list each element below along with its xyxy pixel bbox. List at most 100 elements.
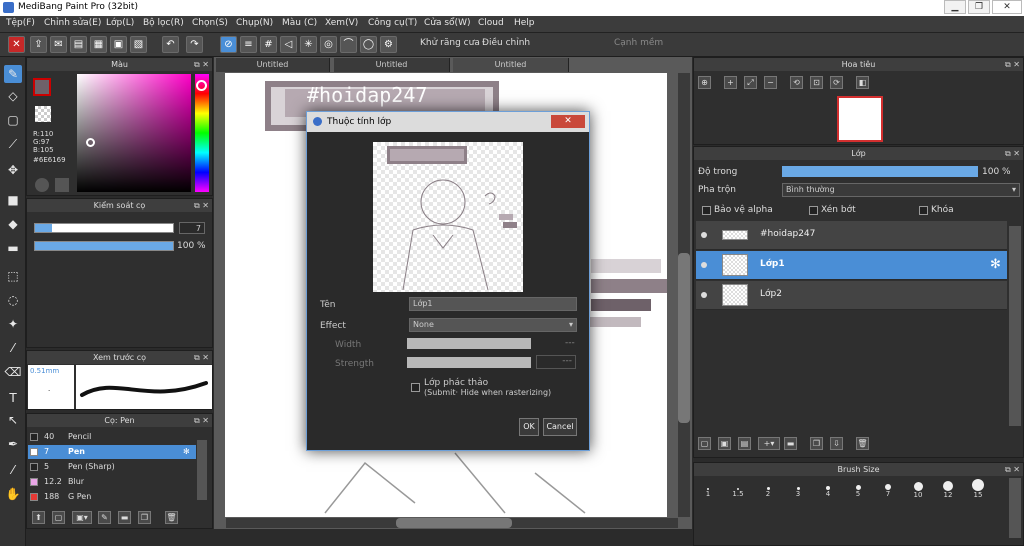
color-sv-cursor[interactable] <box>86 138 95 147</box>
text-tool-icon[interactable]: T <box>4 389 22 407</box>
parallel-snap-icon[interactable]: ≡ <box>240 36 257 53</box>
menu-capture[interactable]: Chụp(N) <box>236 18 273 28</box>
brush-size-scrollbar[interactable] <box>1009 478 1021 538</box>
move-tool-icon[interactable]: ✥ <box>4 161 22 179</box>
transparent-swatch[interactable] <box>35 106 51 122</box>
size-cell[interactable]: 7 <box>875 476 901 506</box>
brush-item-pen-sharp[interactable]: 5 Pen (Sharp) <box>28 460 196 474</box>
minimize-button[interactable]: ▁ <box>944 0 966 14</box>
lock-checkbox[interactable] <box>919 206 928 215</box>
frame-icon[interactable]: ▧ <box>130 36 147 53</box>
cancel-button[interactable]: Cancel <box>543 418 577 436</box>
redo-icon[interactable]: ↷ <box>186 36 203 53</box>
menu-view[interactable]: Xem(V) <box>325 18 358 28</box>
page-icon[interactable]: ▤ <box>70 36 87 53</box>
brush-size-input[interactable]: 7 <box>179 222 205 234</box>
menu-layer[interactable]: Lớp(L) <box>106 18 134 28</box>
brush-size-slider[interactable] <box>34 223 174 233</box>
new-layer-2-icon[interactable]: ▣ <box>718 437 731 450</box>
size-cell[interactable]: 2 <box>755 476 781 506</box>
pipette-tool-icon[interactable]: ⁄ <box>4 461 22 479</box>
eyedropper-tool-icon[interactable]: ✒ <box>4 435 22 453</box>
sketch-layer-checkbox[interactable] <box>411 383 420 392</box>
panel-close-icon[interactable]: ⧉ ✕ <box>1005 58 1020 71</box>
rotate-right-icon[interactable]: ⟳ <box>830 76 843 89</box>
brush-list-scrollbar[interactable] <box>197 440 207 500</box>
tab-untitled-2[interactable]: Untitled <box>334 58 450 72</box>
layer-name-input[interactable]: Lớp1 <box>409 297 577 311</box>
size-cell[interactable]: 4 <box>815 476 841 506</box>
size-cell[interactable]: 10 <box>905 476 931 506</box>
add-brush-icon[interactable]: ⬆ <box>32 511 45 524</box>
merge-layer-icon[interactable]: ⇩ <box>830 437 843 450</box>
layer-folder-icon[interactable]: ▬ <box>784 437 797 450</box>
size-cell[interactable]: 5 <box>845 476 871 506</box>
layer-add-menu-icon[interactable]: +▾ <box>758 437 780 450</box>
strength-input[interactable]: --- <box>536 355 576 369</box>
brush-item-g-pen[interactable]: 188 G Pen <box>28 490 196 504</box>
panel-close-icon[interactable]: ⧉ ✕ <box>194 58 209 71</box>
curve-snap-icon[interactable]: ⌒ <box>340 36 357 53</box>
panel-close-icon[interactable]: ⧉ ✕ <box>194 351 209 364</box>
fill-rect-icon[interactable]: ■ <box>4 191 22 209</box>
lasso-tool-icon[interactable]: ◌ <box>4 291 22 309</box>
menu-select[interactable]: Chọn(S) <box>192 18 228 28</box>
export-icon[interactable]: ⇪ <box>30 36 47 53</box>
settings-snap-icon[interactable]: ⚙ <box>380 36 397 53</box>
zoom-in-2-icon[interactable]: + <box>724 76 737 89</box>
color-picker-icon[interactable] <box>55 178 69 192</box>
palette-icon[interactable] <box>35 178 49 192</box>
panel-close-icon[interactable]: ⧉ ✕ <box>194 199 209 212</box>
canvas-h-scrollbar[interactable] <box>226 518 678 528</box>
no-snap-icon[interactable]: ⊘ <box>220 36 237 53</box>
zoom-in-icon[interactable]: ⊕ <box>698 76 711 89</box>
protect-alpha-checkbox[interactable] <box>702 206 711 215</box>
ellipse-snap-icon[interactable]: ◯ <box>360 36 377 53</box>
brush-opacity-slider[interactable] <box>34 241 174 251</box>
fit-icon[interactable]: ⤢ <box>744 76 757 89</box>
menu-cloud[interactable]: Cloud <box>478 18 504 28</box>
brush-folder-icon[interactable]: ▬ <box>118 511 131 524</box>
dialog-close-button[interactable]: ✕ <box>551 115 585 128</box>
layer-row-lop2[interactable]: Lớp2 <box>696 281 1007 310</box>
cross-snap-icon[interactable]: # <box>260 36 277 53</box>
maximize-button[interactable]: ❐ <box>968 0 990 14</box>
new-halftone-icon[interactable]: ▤ <box>738 437 751 450</box>
navigator-thumbnail[interactable] <box>837 96 883 142</box>
duplicate-layer-icon[interactable]: ❐ <box>810 437 823 450</box>
flip-icon[interactable]: ◧ <box>856 76 869 89</box>
menu-window[interactable]: Cửa sổ(W) <box>424 18 470 28</box>
brush-item-pencil[interactable]: 40 Pencil <box>28 430 196 444</box>
size-cell[interactable]: 15 <box>965 476 991 506</box>
select-pen-icon[interactable]: ⁄ <box>4 339 22 357</box>
menu-edit[interactable]: Chỉnh sửa(E) <box>44 18 101 28</box>
radial-snap-icon[interactable]: ✳ <box>300 36 317 53</box>
select-eraser-icon[interactable]: ⌫ <box>4 363 22 381</box>
document-icon[interactable]: ▦ <box>90 36 107 53</box>
reset-icon[interactable]: ⊡ <box>810 76 823 89</box>
size-cell[interactable]: 1 <box>695 476 721 506</box>
brush-item-pen[interactable]: 7 Pen ✻ <box>28 445 196 459</box>
rotate-icon[interactable]: ⟲ <box>790 76 803 89</box>
strength-slider[interactable] <box>407 357 531 368</box>
layer-row-hoidap247[interactable]: #hoidap247 <box>696 221 1007 250</box>
hue-slider[interactable] <box>195 74 209 192</box>
line-tool-icon[interactable]: ⟋ <box>4 135 22 153</box>
zoom-out-icon[interactable]: − <box>764 76 777 89</box>
delete-layer-icon[interactable]: 🗑 <box>856 437 869 450</box>
hue-cursor[interactable] <box>196 80 207 91</box>
grid-icon[interactable]: ▣ <box>110 36 127 53</box>
panel-close-icon[interactable]: ⧉ ✕ <box>194 414 209 427</box>
gradient-tool-icon[interactable]: ▬ <box>4 239 22 257</box>
main-color-swatch[interactable] <box>33 78 51 96</box>
tab-untitled-1[interactable]: Untitled <box>216 58 330 72</box>
vanish-snap-icon[interactable]: ◁ <box>280 36 297 53</box>
panel-close-icon[interactable]: ⧉ ✕ <box>1005 463 1020 476</box>
color-sv-picker[interactable] <box>77 74 191 192</box>
menu-color[interactable]: Màu (C) <box>282 18 317 28</box>
brush-item-blur[interactable]: 12.2 Blur <box>28 475 196 489</box>
brush-tool-icon[interactable]: ✎ <box>4 65 22 83</box>
size-cell[interactable]: 1.5 <box>725 476 751 506</box>
ok-button[interactable]: OK <box>519 418 539 436</box>
new-brush-icon[interactable]: ▢ <box>52 511 65 524</box>
